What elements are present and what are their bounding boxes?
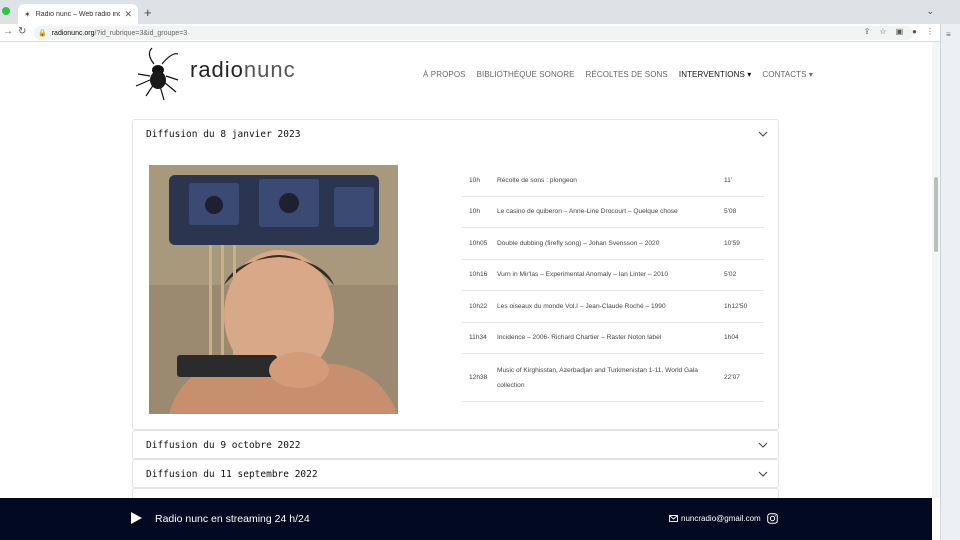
stag-beetle-icon <box>135 47 179 101</box>
table-row[interactable]: 10h Le casino de quiberon – Anne-Line Dr… <box>462 197 764 228</box>
broadcast-title: Diffusion du 9 octobre 2022 <box>146 439 301 451</box>
browser-tab[interactable]: ✶ Radio nunc – Web radio indépe ✕ <box>18 4 138 24</box>
broadcast-panel-expanded: Diffusion du 8 janvier 2023 10h Récolte … <box>132 119 779 430</box>
broadcast-header[interactable]: Diffusion du 8 janvier 2023 <box>133 120 778 148</box>
reload-icon[interactable]: ↻ <box>18 26 26 37</box>
table-row[interactable]: 12h38 Music of Kirghisstan, Azerbadjan a… <box>462 354 764 402</box>
table-row[interactable]: 10h16 Vurn in Mir'las – Experimental Ano… <box>462 260 764 291</box>
row-description: Le casino de quiberon – Anne-Line Drocou… <box>497 208 678 216</box>
broadcast-panel-collapsed[interactable]: Diffusion du 11 septembre 2022 <box>132 459 779 488</box>
chevron-down-icon[interactable] <box>758 471 768 477</box>
row-duration: 1h12'50 <box>724 302 748 310</box>
programme-table: 10h Récolte de sons : plongeon 11' 10h L… <box>462 165 764 402</box>
tab-search-chevron-icon[interactable]: ⌄ <box>926 6 934 17</box>
browser-menu-icon[interactable]: ⋮ <box>926 27 934 36</box>
table-row[interactable]: 10h22 Les oiseaux du monde Vol.I – Jean-… <box>462 291 764 323</box>
row-time: 10h16 <box>469 271 488 279</box>
side-panel-icon[interactable]: ▣ <box>896 27 904 36</box>
row-description: Incidence – 2006- Richard Chartier – Ras… <box>497 334 662 342</box>
row-duration: 22'07 <box>724 374 740 381</box>
row-duration: 1h04 <box>724 334 739 342</box>
page-scrollbar[interactable] <box>932 42 940 498</box>
row-time: 10h <box>469 208 481 216</box>
table-row[interactable]: 10h05 Double dubbing (firefly song) – Jo… <box>462 228 764 260</box>
close-tab-icon[interactable]: ✕ <box>124 9 132 20</box>
nav-interventions[interactable]: INTERVENTIONS ▾ <box>679 70 752 79</box>
main-navigation: À PROPOS BIBLIOTHÈQUE SONORE RÉCOLTES DE… <box>423 70 813 79</box>
web-page: radionunc À PROPOS BIBLIOTHÈQUE SONORE R… <box>0 42 932 540</box>
row-description: Double dubbing (firefly song) – Johan Sv… <box>497 239 660 247</box>
nav-bibliotheque-sonore[interactable]: BIBLIOTHÈQUE SONORE <box>477 70 575 79</box>
broadcast-header[interactable]: Diffusion du 11 septembre 2022 <box>133 460 778 488</box>
nav-contacts[interactable]: CONTACTS ▾ <box>762 70 813 79</box>
url-host: radionunc.org <box>51 29 95 37</box>
table-row[interactable]: 11h34 Incidence – 2006- Richard Chartier… <box>462 323 764 354</box>
row-time: 10h05 <box>469 239 488 247</box>
row-time: 12h38 <box>469 374 488 381</box>
lock-icon: 🔒 <box>38 30 47 37</box>
brand-radio: radio <box>190 57 244 82</box>
url-field[interactable]: 🔒 radionunc.org /?id_rubrique=3&id_group… <box>34 26 914 40</box>
row-time: 11h34 <box>469 334 487 342</box>
address-toolbar: → ↻ 🔒 radionunc.org /?id_rubrique=3&id_g… <box>0 24 960 42</box>
nav-recoltes-de-sons[interactable]: RÉCOLTES DE SONS <box>586 70 668 79</box>
chevron-down-icon[interactable] <box>758 442 768 448</box>
tab-title: Radio nunc – Web radio indépe <box>35 10 121 18</box>
play-icon[interactable] <box>131 512 142 524</box>
broadcast-title: Diffusion du 11 septembre 2022 <box>146 468 318 480</box>
chevron-up-icon[interactable] <box>758 131 768 137</box>
row-duration: 11' <box>724 176 733 184</box>
row-duration: 5'02 <box>724 271 737 279</box>
row-description: Les oiseaux du monde Vol.I – Jean-Claude… <box>497 302 666 310</box>
row-time: 10h22 <box>469 302 488 310</box>
brand-nunc: nunc <box>243 57 296 82</box>
site-favicon-icon: ✶ <box>24 9 31 19</box>
window-zoom-button[interactable] <box>2 7 10 15</box>
broadcast-header[interactable]: Diffusion du 9 octobre 2022 <box>133 431 778 459</box>
bookmark-star-icon[interactable]: ☆ <box>879 27 886 36</box>
toolbar-icons: ⇪ ☆ ▣ ● ⋮ <box>864 27 934 36</box>
email-address: nuncradio@gmail.com <box>681 514 761 523</box>
email-link[interactable]: nuncradio@gmail.com <box>669 514 761 523</box>
broadcast-title: Diffusion du 8 janvier 2023 <box>146 128 301 140</box>
broadcast-panel-collapsed[interactable]: Diffusion du 9 octobre 2022 <box>132 430 779 459</box>
new-tab-icon[interactable]: + <box>144 5 152 20</box>
site-logo[interactable]: radionunc <box>132 46 296 102</box>
side-panel-strip: ≡ <box>940 24 960 540</box>
broadcast-photo <box>149 165 398 414</box>
profile-avatar-icon[interactable]: ● <box>912 27 917 36</box>
row-duration: 5'08 <box>724 208 737 216</box>
envelope-icon <box>669 515 678 522</box>
forward-icon[interactable]: → <box>3 26 13 37</box>
scrollbar-thumb[interactable] <box>934 177 938 252</box>
row-description: Vurn in Mir'las – Experimental Anomaly –… <box>497 271 669 279</box>
nav-a-propos[interactable]: À PROPOS <box>423 70 466 79</box>
stream-player-bar: Radio nunc en streaming 24 h/24 nuncradi… <box>0 498 932 540</box>
row-description: Music of Kirghisstan, Azerbadjan and Tur… <box>497 366 698 389</box>
row-duration: 10'59 <box>724 239 740 247</box>
stream-label: Radio nunc en streaming 24 h/24 <box>155 513 310 525</box>
hamburger-icon[interactable]: ≡ <box>946 30 951 39</box>
share-icon[interactable]: ⇪ <box>864 27 871 36</box>
table-row[interactable]: 10h Récolte de sons : plongeon 11' <box>462 165 764 197</box>
browser-tab-bar: ✶ Radio nunc – Web radio indépe ✕ + ⌄ <box>0 0 960 24</box>
url-path: /?id_rubrique=3&id_groupe=3 <box>94 29 188 37</box>
instagram-icon[interactable] <box>767 513 778 524</box>
row-time: 10h <box>469 176 481 184</box>
row-description: Récolte de sons : plongeon <box>497 176 577 184</box>
